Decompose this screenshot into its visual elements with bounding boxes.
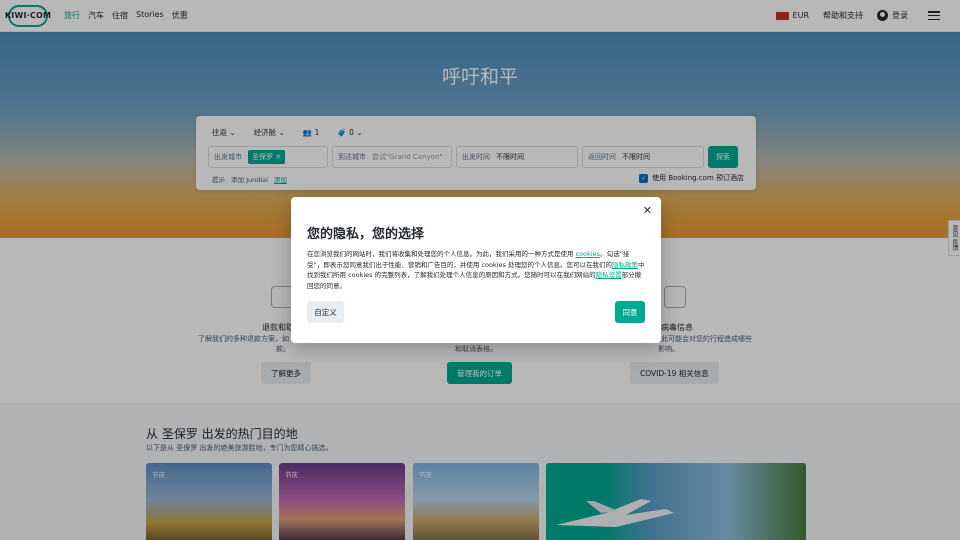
cookies-link[interactable]: cookies — [576, 250, 600, 258]
agree-button[interactable]: 同意 — [615, 301, 645, 323]
privacy-settings-link[interactable]: 隐私设置 — [596, 271, 622, 279]
close-icon[interactable]: ✕ — [643, 204, 652, 217]
privacy-policy-link[interactable]: 隐私政策 — [612, 261, 638, 269]
privacy-modal: ✕ 您的隐私，您的选择 在您浏览我们的网站时，我们将收集和处理您的个人信息。为此… — [291, 197, 661, 343]
modal-text: 在您浏览我们的网站时，我们将收集和处理您的个人信息。为此，我们采用的一种方式是使… — [307, 250, 645, 290]
customize-button[interactable]: 自定义 — [307, 301, 344, 323]
modal-title: 您的隐私，您的选择 — [307, 227, 425, 242]
